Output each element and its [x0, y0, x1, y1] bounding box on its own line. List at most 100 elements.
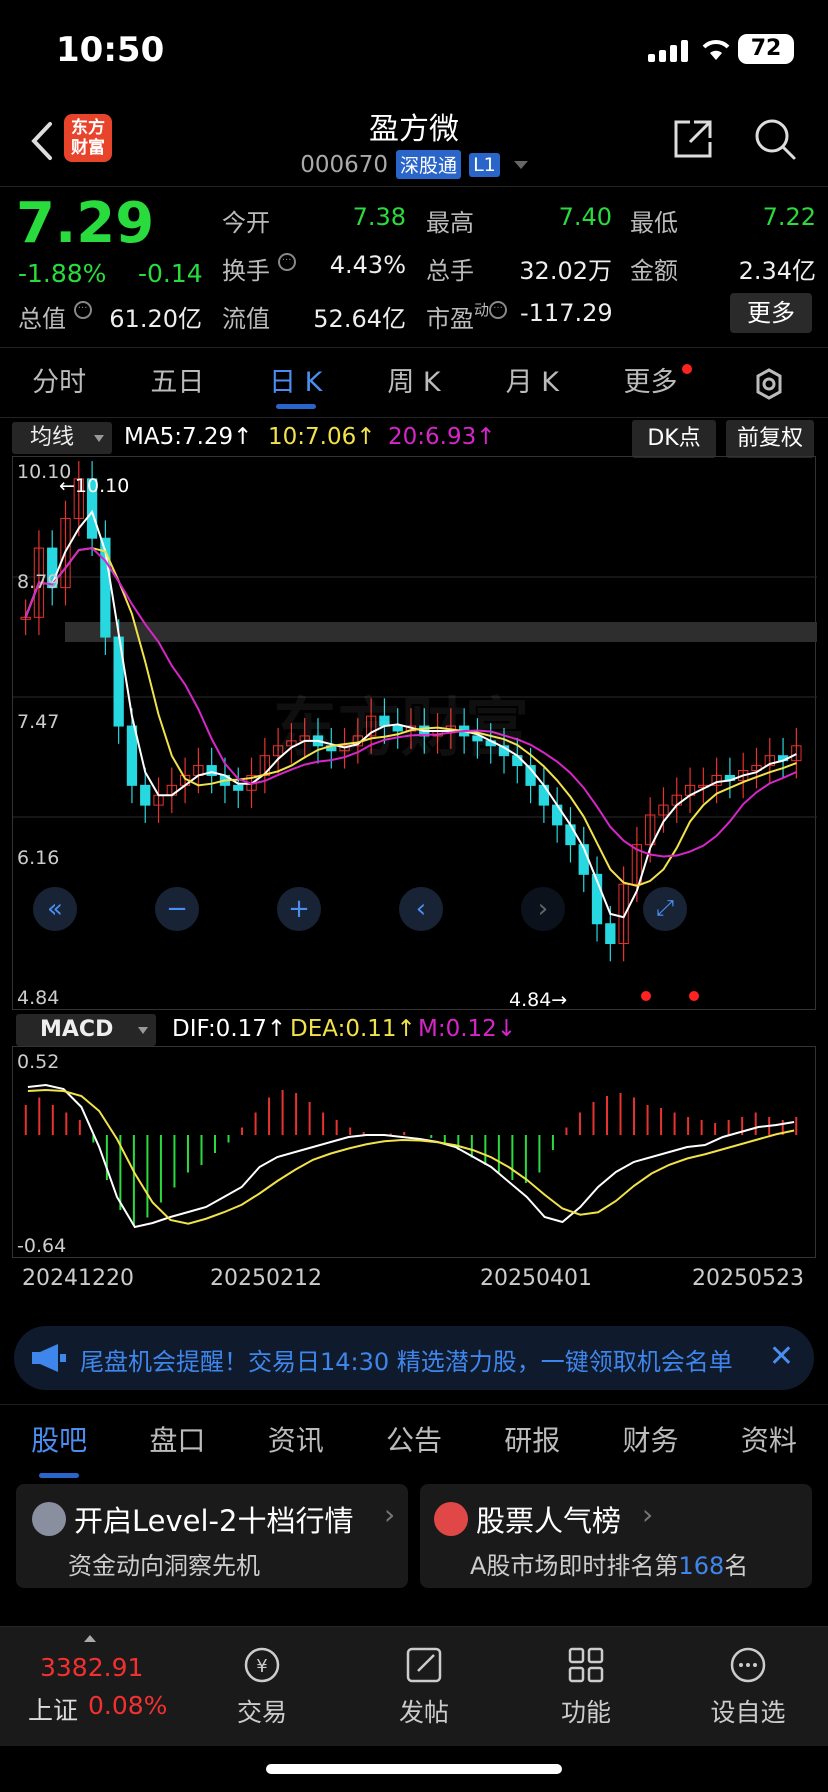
stock-code: 000670 — [300, 151, 389, 178]
change-amount: -0.14 — [138, 259, 203, 288]
date-label: 20241220 — [22, 1266, 134, 1291]
dif-legend: DIF:0.17↑ — [172, 1016, 287, 1042]
close-icon[interactable]: ✕ — [769, 1340, 794, 1374]
notice-banner[interactable]: 尾盘机会提醒！交易日14:30 精选潜力股，一键领取机会名单 ✕ — [14, 1326, 814, 1390]
notice-text: 尾盘机会提醒！交易日14:30 精选潜力股，一键领取机会名单 — [80, 1348, 733, 1376]
mktcap-value: 61.20亿 — [109, 305, 202, 333]
period-tabs: 分时 五日 日 K 周 K 月 K 更多 — [0, 348, 828, 418]
candle-body — [552, 804, 563, 826]
more-quote-button[interactable]: 更多 — [730, 293, 812, 333]
card-title: 开启Level-2十档行情 — [74, 1504, 354, 1538]
nav-post[interactable]: 发帖 — [384, 1645, 464, 1729]
macd-legend-row: MACD DIF:0.17↑ DEA:0.11↑ M:0.12↓ — [0, 1012, 828, 1048]
open-value: 7.38 — [352, 203, 406, 231]
tab-monthly-k[interactable]: 月 K — [473, 348, 591, 417]
candle-body — [538, 784, 550, 806]
float-label: 流值 — [222, 305, 270, 333]
date-axis: 20241220 20250212 20250401 20250523 — [0, 1266, 828, 1310]
macd-line — [27, 1083, 795, 1229]
card-subtitle: 资金动向洞察先机 — [68, 1552, 260, 1580]
watermark: 东方财富 — [273, 692, 529, 766]
popularity-card[interactable]: 股票人气榜 › A股市场即时排名第168名 — [420, 1484, 812, 1588]
battery-icon: 72 — [738, 34, 794, 64]
wifi-icon — [702, 40, 730, 60]
max-price-marker: ←10.10 — [59, 475, 130, 497]
page-dot — [641, 991, 651, 1001]
tab-more[interactable]: 更多 — [591, 348, 709, 417]
kline-chart[interactable]: 10.10 8.79 7.47 6.16 4.84 ←10.10 4.84→ 东… — [12, 456, 817, 1011]
adjust-price-button[interactable]: 前复权 — [726, 420, 814, 458]
tab-pankou[interactable]: 盘口 — [118, 1405, 236, 1480]
tab-weekly-k[interactable]: 周 K — [355, 348, 473, 417]
chart-settings-tab[interactable] — [710, 348, 828, 417]
volume-label: 总手 — [426, 257, 474, 285]
tab-intraday[interactable]: 分时 — [0, 348, 118, 417]
tab-five-day[interactable]: 五日 — [118, 348, 236, 417]
bar-chart-icon — [434, 1502, 468, 1536]
index-name[interactable]: 上证 — [28, 1691, 78, 1727]
nav-add-watchlist[interactable]: 设自选 — [702, 1645, 794, 1729]
gear-icon[interactable] — [752, 367, 786, 401]
fullscreen-icon[interactable]: ⤢ — [643, 887, 687, 931]
last-price: 7.29 — [16, 191, 155, 256]
level2-card[interactable]: 开启Level-2十档行情 › 资金动向洞察先机 — [16, 1484, 408, 1588]
tab-announcements[interactable]: 公告 — [355, 1405, 473, 1480]
zoom-out-icon[interactable]: − — [155, 887, 199, 931]
change-percent: -1.88% — [18, 259, 107, 288]
float-value: 52.64亿 — [313, 305, 406, 333]
info-icon[interactable]: ··· — [277, 253, 296, 271]
nav-trade[interactable]: ¥ 交易 — [222, 1645, 302, 1729]
status-bar: 10:50 72 — [0, 0, 828, 100]
card-title: 股票人气榜 — [476, 1504, 622, 1538]
price-axis-label: 7.47 — [17, 711, 60, 733]
candle-body — [126, 725, 138, 786]
tab-profile[interactable]: 资料 — [710, 1405, 828, 1480]
date-label: 20250523 — [692, 1266, 804, 1291]
scroll-left-fast-icon[interactable]: « — [33, 887, 77, 931]
turnover-label[interactable]: 换手 ··· — [222, 251, 296, 286]
macd-axis-label: -0.64 — [17, 1235, 67, 1257]
indicator-select[interactable]: 均线 — [12, 422, 112, 454]
dk-point-button[interactable]: DK点 — [632, 420, 716, 458]
zoom-in-icon[interactable]: + — [277, 887, 321, 931]
share-icon[interactable] — [670, 116, 716, 162]
scroll-left-icon[interactable]: ‹ — [399, 887, 443, 931]
macd-select[interactable]: MACD — [16, 1014, 156, 1046]
ma10-legend: 10:7.06↑ — [268, 424, 376, 450]
low-label: 最低 — [630, 209, 678, 237]
expand-up-icon[interactable] — [84, 1635, 96, 1642]
price-axis-label: 4.84 — [17, 987, 60, 1009]
nav-functions[interactable]: 功能 — [546, 1645, 626, 1729]
info-icon[interactable]: ··· — [73, 301, 92, 319]
amount-label: 金额 — [630, 257, 678, 285]
open-label: 今开 — [222, 209, 270, 237]
index-change[interactable]: 0.08% — [88, 1691, 167, 1720]
chevron-right-icon: › — [642, 1498, 654, 1531]
chevron-down-icon[interactable] — [513, 160, 528, 169]
mktcap-label[interactable]: 总值 ··· — [18, 299, 92, 334]
cellular-signal-icon — [648, 38, 688, 62]
turnover-value: 4.43% — [329, 251, 406, 279]
dea-legend: DEA:0.11↑ — [290, 1016, 416, 1042]
bottom-nav: 3382.91 上证 0.08% ¥ 交易 发帖 功能 设自选 — [0, 1626, 828, 1746]
min-price-marker: 4.84→ — [509, 989, 568, 1011]
high-value: 7.40 — [558, 203, 612, 231]
scroll-right-icon[interactable]: › — [521, 887, 565, 931]
candle-body — [565, 824, 576, 846]
tab-guba[interactable]: 股吧 — [0, 1405, 118, 1480]
tab-research[interactable]: 研报 — [473, 1405, 591, 1480]
macd-chart[interactable]: 0.52 -0.64 — [12, 1046, 816, 1258]
wallet-icon — [32, 1502, 66, 1536]
tab-finance[interactable]: 财务 — [591, 1405, 709, 1480]
home-indicator[interactable] — [266, 1764, 562, 1774]
info-icon[interactable]: ··· — [489, 301, 508, 319]
index-value[interactable]: 3382.91 — [40, 1653, 143, 1682]
tab-news[interactable]: 资讯 — [237, 1405, 355, 1480]
tab-daily-k[interactable]: 日 K — [237, 348, 355, 417]
search-icon[interactable] — [752, 116, 798, 162]
pe-label[interactable]: 市盈动 ··· — [426, 299, 508, 334]
ma20-legend: 20:6.93↑ — [388, 424, 496, 450]
more-dots-icon — [730, 1647, 766, 1683]
low-value: 7.22 — [762, 203, 816, 231]
ma-legend-row: 均线 MA5:7.29↑ 10:7.06↑ 20:6.93↑ DK点 前复权 — [0, 420, 828, 458]
